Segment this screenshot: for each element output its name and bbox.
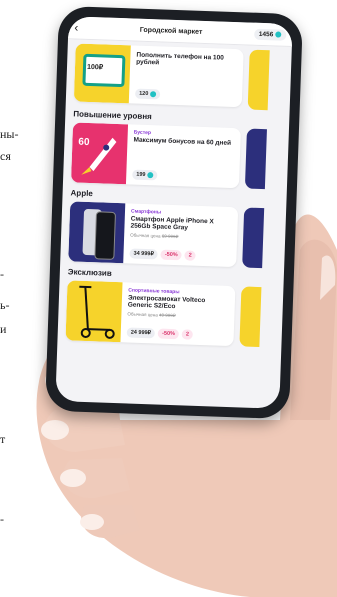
product-name: Электросамокат Volteco Generic S2/Eco <box>127 294 206 311</box>
exclusive-card-row: Спортивные товары Электросамокат Volteco… <box>57 280 283 348</box>
topup-card[interactable]: 100₽ Пополнить телефон на 100 рублей 120 <box>73 43 244 108</box>
coin-icon <box>275 31 282 38</box>
scooter-card[interactable]: Спортивные товары Электросамокат Volteco… <box>65 280 236 347</box>
old-price-label: Обычная цена <box>130 232 161 239</box>
coin-icon <box>150 91 157 98</box>
price-pill[interactable]: 34 999₽ <box>129 248 159 260</box>
topup-card-image: 100₽ <box>73 43 131 104</box>
apple-card-row: Смартфоны Смартфон Apple iPhone X 256Gb … <box>60 201 286 269</box>
booster-card-body: Бустер Максимум бонусов на 60 дней 199 <box>126 124 241 188</box>
old-price-label: Обычная цена <box>127 311 158 318</box>
old-price-value: 69 999₽ <box>161 233 179 240</box>
balance-badge[interactable]: 1456 <box>253 28 287 41</box>
rocket-icon <box>81 137 117 175</box>
extra-pill: 2 <box>181 329 194 340</box>
iphone-card-body: Смартфоны Смартфон Apple iPhone X 256Gb … <box>123 203 238 267</box>
price-value: 199 <box>136 171 146 178</box>
booster-image-label: 60 <box>78 136 90 149</box>
chevron-left-icon[interactable]: ‹ <box>74 20 88 34</box>
discount-pill: -50% <box>160 249 182 261</box>
old-price-value: 49 999₽ <box>158 312 176 319</box>
phone: ‹ Городской маркет 1456 100₽ Пополнить т… <box>45 5 303 420</box>
next-card-peek[interactable] <box>247 49 270 111</box>
price-row: 199 <box>132 169 233 184</box>
phone-screen: ‹ Городской маркет 1456 100₽ Пополнить т… <box>55 16 293 409</box>
extra-pill: 2 <box>184 250 196 261</box>
product-name: Пополнить телефон на 100 рублей <box>136 51 224 67</box>
scooter-card-image <box>65 280 123 343</box>
phone-front-icon <box>94 211 116 260</box>
product-name: Смартфон Apple iPhone X 256Gb Space Gray <box>130 215 214 232</box>
old-price: Обычная цена 69 999₽ <box>130 232 231 242</box>
price-row: 34 999₽ -50% 2 <box>129 248 230 262</box>
booster-card[interactable]: 60 Бустер Максимум бонусов на 60 дней 19… <box>70 122 241 189</box>
price-row: 120 <box>134 88 236 103</box>
coin-icon <box>147 172 154 179</box>
discount-pill: -50% <box>157 328 180 340</box>
scooter-icon <box>79 285 115 339</box>
price-value: 24 999₽ <box>130 329 152 337</box>
next-card-peek[interactable] <box>242 207 265 269</box>
scooter-card-body: Спортивные товары Электросамокат Volteco… <box>120 282 235 346</box>
iphone-card-image <box>68 201 126 264</box>
level-card-row: 60 Бустер Максимум бонусов на 60 дней 19… <box>63 122 289 190</box>
price-value: 34 999₽ <box>133 250 154 258</box>
price-row: 24 999₽ -50% 2 <box>126 327 228 341</box>
topup-image-label: 100₽ <box>86 63 104 72</box>
next-card-peek[interactable] <box>244 128 267 190</box>
next-card-peek[interactable] <box>239 286 262 348</box>
iphone-card[interactable]: Смартфоны Смартфон Apple iPhone X 256Gb … <box>68 201 239 268</box>
price-pill[interactable]: 199 <box>132 169 158 181</box>
top-card-row: 100₽ Пополнить телефон на 100 рублей 120 <box>66 43 292 111</box>
page-title: Городской маркет <box>139 26 203 36</box>
old-price: Обычная цена 49 999₽ <box>127 311 228 321</box>
topup-card-body: Пополнить телефон на 100 рублей 120 <box>129 45 244 107</box>
extra-value: 2 <box>185 331 190 338</box>
extra-value: 2 <box>188 252 192 259</box>
price-pill[interactable]: 24 999₽ <box>126 327 156 339</box>
price-value: 120 <box>139 90 149 98</box>
balance-value: 1456 <box>258 30 274 38</box>
price-pill[interactable]: 120 <box>134 88 161 100</box>
app-header: ‹ Городской маркет 1456 <box>67 16 293 48</box>
booster-card-image: 60 <box>70 122 129 185</box>
